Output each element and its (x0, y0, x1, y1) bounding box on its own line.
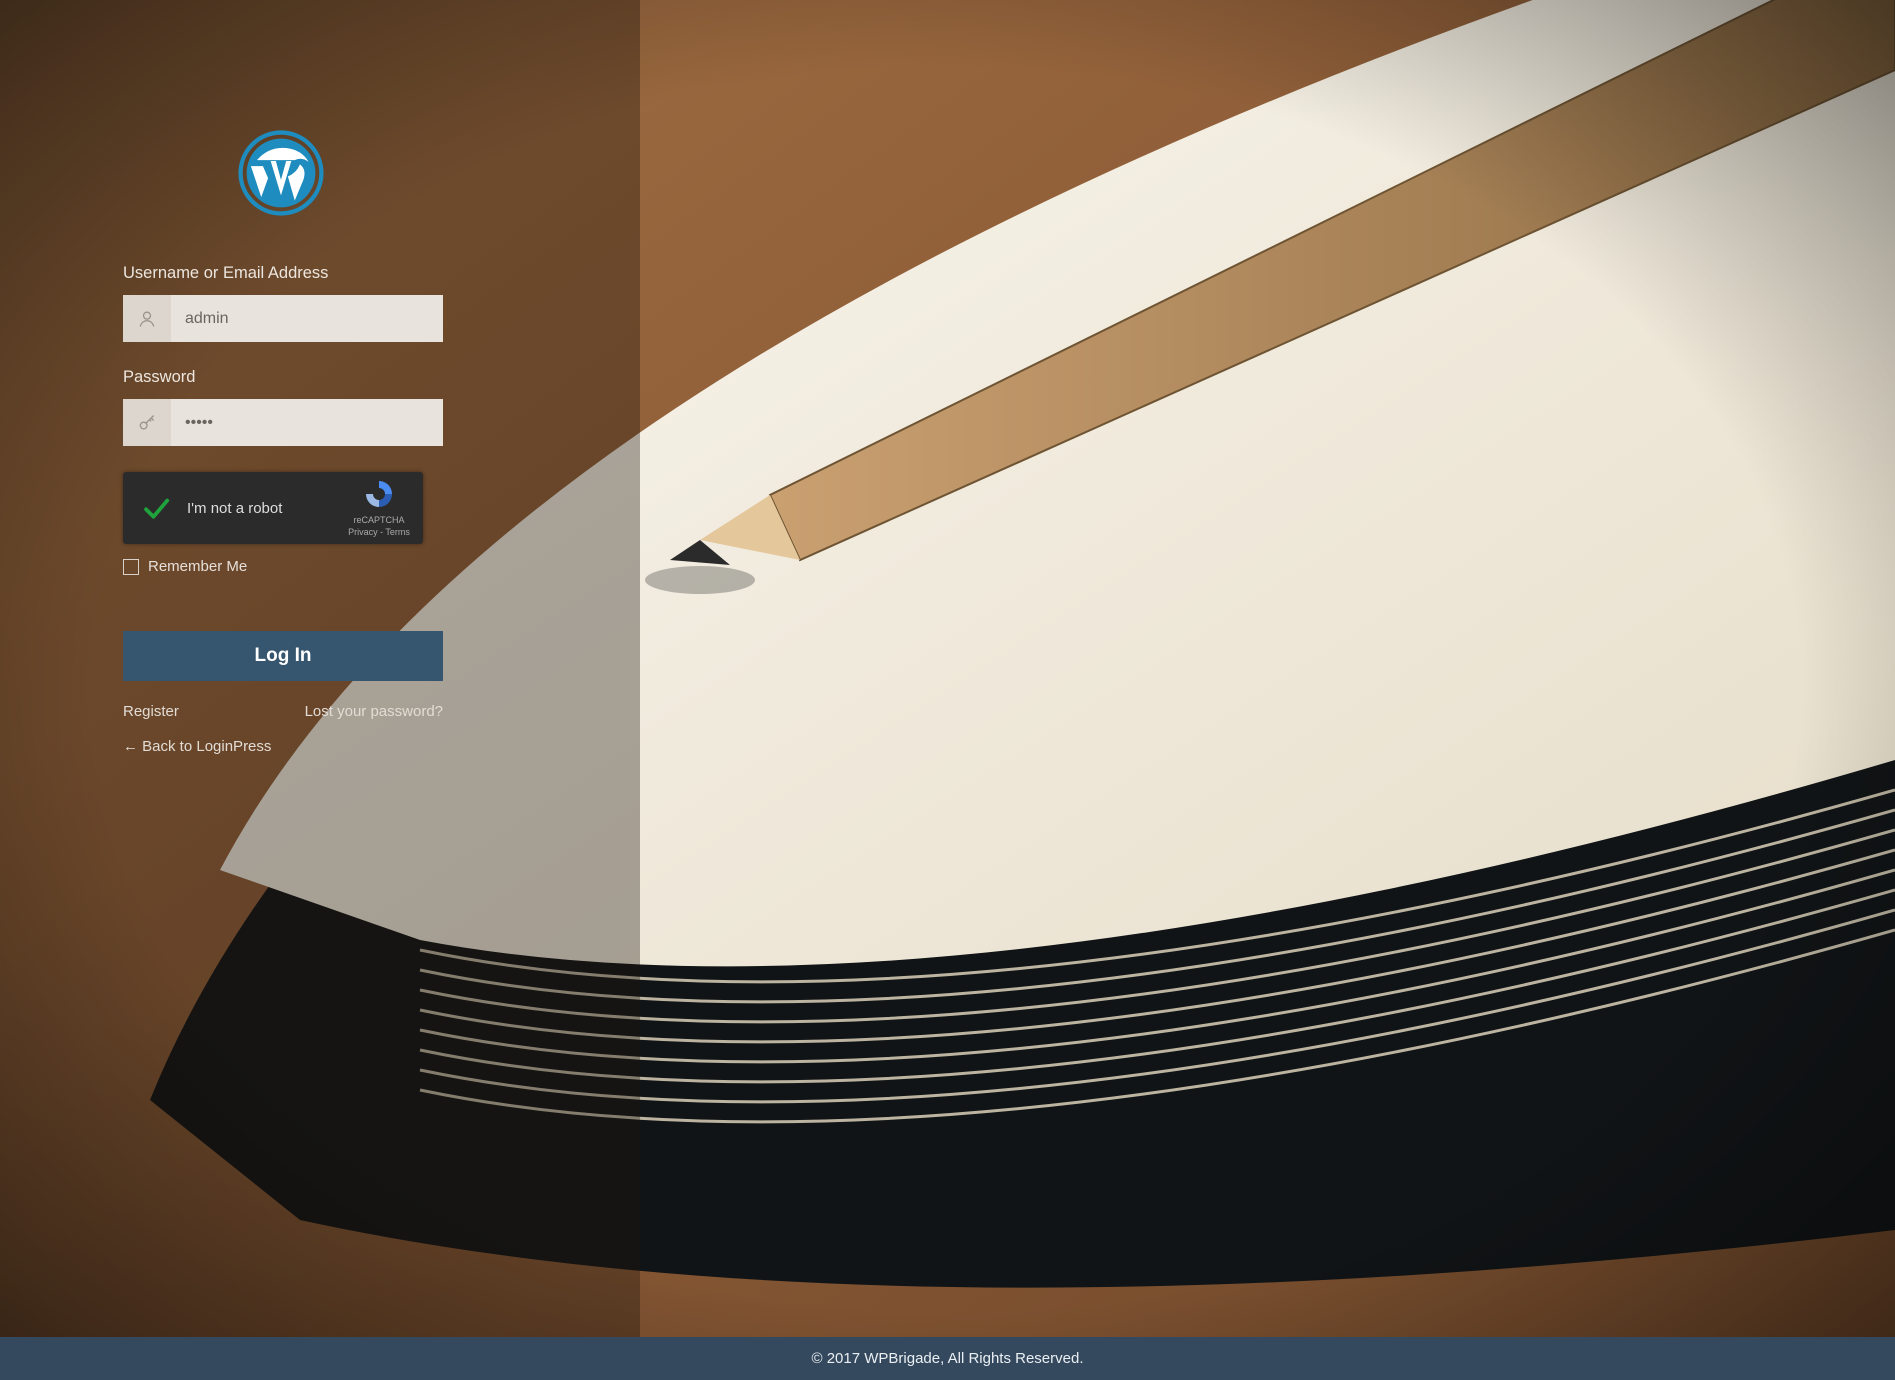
password-input[interactable] (171, 399, 443, 446)
remember-me-label: Remember Me (148, 558, 247, 575)
recaptcha-widget[interactable]: I'm not a robot reCAPTCHA Privacy - Term… (123, 472, 423, 544)
footer-bar: © 2017 WPBrigade, All Rights Reserved. (0, 1337, 1895, 1380)
password-label: Password (123, 368, 443, 387)
recaptcha-legal-text: Privacy - Terms (347, 527, 411, 538)
recaptcha-brand-text: reCAPTCHA (347, 515, 411, 526)
username-label: Username or Email Address (123, 264, 443, 283)
lost-password-link[interactable]: Lost your password? (305, 703, 443, 720)
login-form: Username or Email Address Password I'm n… (123, 130, 443, 755)
wordpress-logo (238, 130, 324, 216)
recaptcha-label: I'm not a robot (187, 500, 347, 517)
remember-me-row[interactable]: Remember Me (123, 558, 443, 575)
username-input[interactable] (171, 295, 443, 342)
remember-me-checkbox[interactable] (123, 559, 139, 575)
log-in-button[interactable]: Log In (123, 631, 443, 681)
back-to-site-link[interactable]: ← Back to LoginPress (123, 738, 271, 755)
checkmark-icon (141, 493, 171, 523)
password-field-row (123, 399, 443, 446)
key-icon (123, 399, 171, 446)
user-icon (123, 295, 171, 342)
recaptcha-badge: reCAPTCHA Privacy - Terms (347, 478, 411, 538)
footer-copyright: © 2017 WPBrigade, All Rights Reserved. (811, 1350, 1083, 1367)
register-link[interactable]: Register (123, 703, 179, 720)
username-field-row (123, 295, 443, 342)
